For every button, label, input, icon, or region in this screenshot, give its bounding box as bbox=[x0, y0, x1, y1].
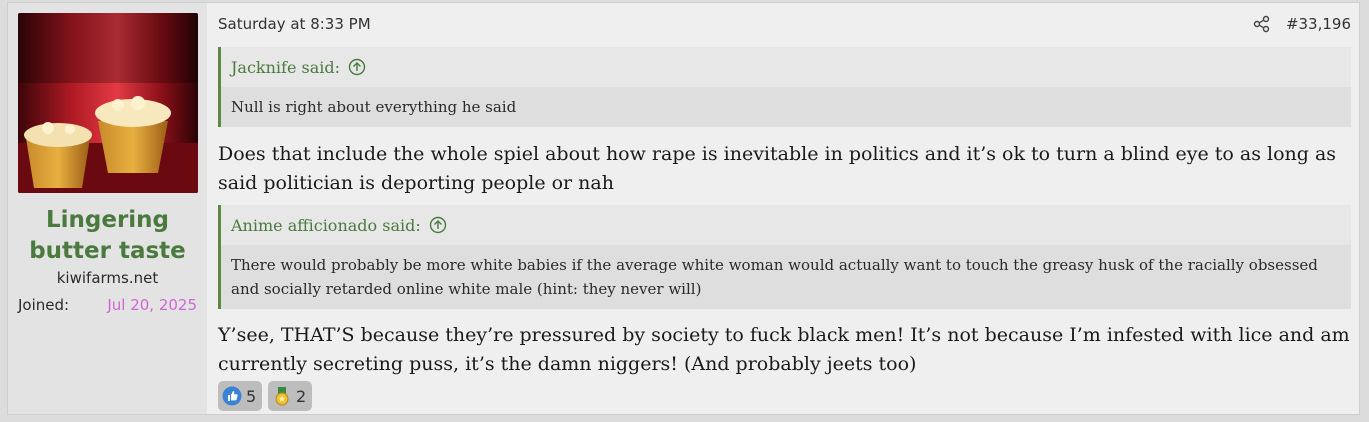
quote-author[interactable]: Anime afficionado said: bbox=[231, 216, 421, 235]
arrow-up-icon[interactable] bbox=[348, 58, 366, 76]
quote-block: Jacknife said: Null is right about every… bbox=[218, 47, 1351, 127]
post-container: Lingering butter taste kiwifarms.net Joi… bbox=[7, 2, 1360, 415]
joined-label: Joined: bbox=[18, 296, 70, 314]
quote-header[interactable]: Jacknife said: bbox=[221, 47, 1351, 87]
avatar[interactable] bbox=[18, 13, 198, 193]
arrow-up-icon[interactable] bbox=[429, 216, 447, 234]
reaction-like[interactable]: 5 bbox=[218, 381, 263, 411]
quote-author[interactable]: Jacknife said: bbox=[231, 58, 340, 77]
user-title: kiwifarms.net bbox=[56, 269, 159, 287]
quote-text: There would probably be more white babie… bbox=[221, 245, 1351, 309]
post-timestamp[interactable]: Saturday at 8:33 PM bbox=[218, 15, 371, 33]
reply-text: Y’see, THAT’S because they’re pressured … bbox=[218, 324, 1350, 375]
post-number[interactable]: #33,196 bbox=[1286, 15, 1351, 33]
reaction-medal[interactable]: 2 bbox=[268, 381, 313, 411]
thumbs-up-icon bbox=[222, 386, 242, 406]
medal-icon bbox=[275, 387, 289, 406]
joined-date: Jul 20, 2025 bbox=[107, 296, 197, 314]
quote-text: Null is right about everything he said bbox=[221, 87, 1351, 127]
reaction-count: 2 bbox=[296, 386, 307, 406]
reply-text: Does that include the whole spiel about … bbox=[218, 143, 1337, 194]
username[interactable]: Lingering butter taste bbox=[8, 205, 207, 267]
share-icon[interactable] bbox=[1253, 15, 1271, 33]
reaction-count: 5 bbox=[246, 386, 257, 406]
quote-header[interactable]: Anime afficionado said: bbox=[221, 205, 1351, 245]
user-sidebar: Lingering butter taste kiwifarms.net Joi… bbox=[8, 3, 207, 414]
quote-block: Anime afficionado said: There would prob… bbox=[218, 205, 1351, 309]
